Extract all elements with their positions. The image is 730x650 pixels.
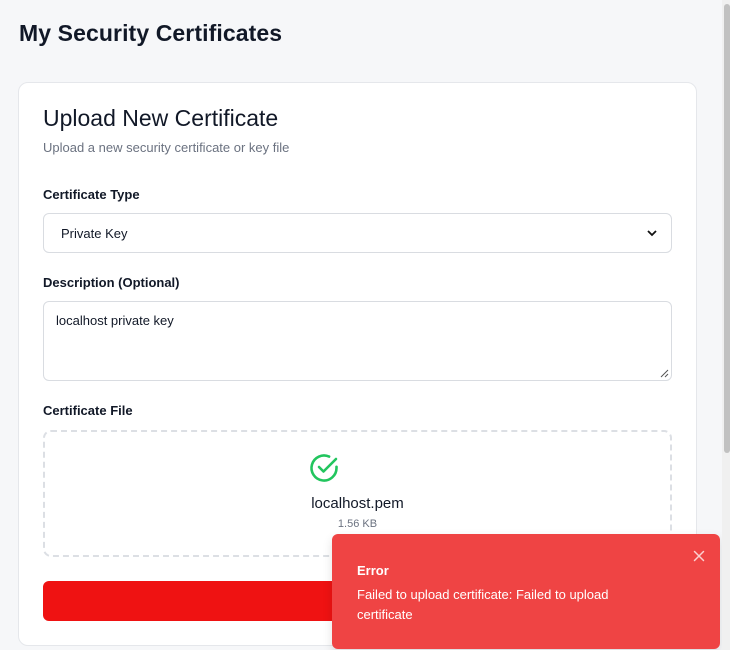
card-title: Upload New Certificate [43,105,279,131]
certificate-type-select[interactable]: Private Key [43,213,672,253]
file-name: localhost.pem [311,495,404,512]
resize-grip-icon[interactable] [660,369,669,378]
chevron-down-icon [647,229,657,236]
error-toast: Error Failed to upload certificate: Fail… [332,534,720,649]
certificate-type-value: Private Key [61,225,128,241]
page-title: My Security Certificates [19,20,283,46]
toast-message: Failed to upload certificate: Failed to … [357,587,609,622]
file-size: 1.56 KB [337,518,378,530]
description-value: localhost private key [56,313,174,328]
close-icon[interactable] [693,550,705,562]
certificate-type-label: Certificate Type [43,187,140,202]
card-subtitle: Upload a new security certificate or key… [43,140,290,155]
description-label: Description (Optional) [43,275,180,290]
toast-title: Error [357,563,389,578]
scrollbar-thumb[interactable] [724,4,730,453]
check-circle-icon [310,454,338,482]
certificate-file-label: Certificate File [43,403,133,418]
description-textarea[interactable]: localhost private key [43,301,672,381]
